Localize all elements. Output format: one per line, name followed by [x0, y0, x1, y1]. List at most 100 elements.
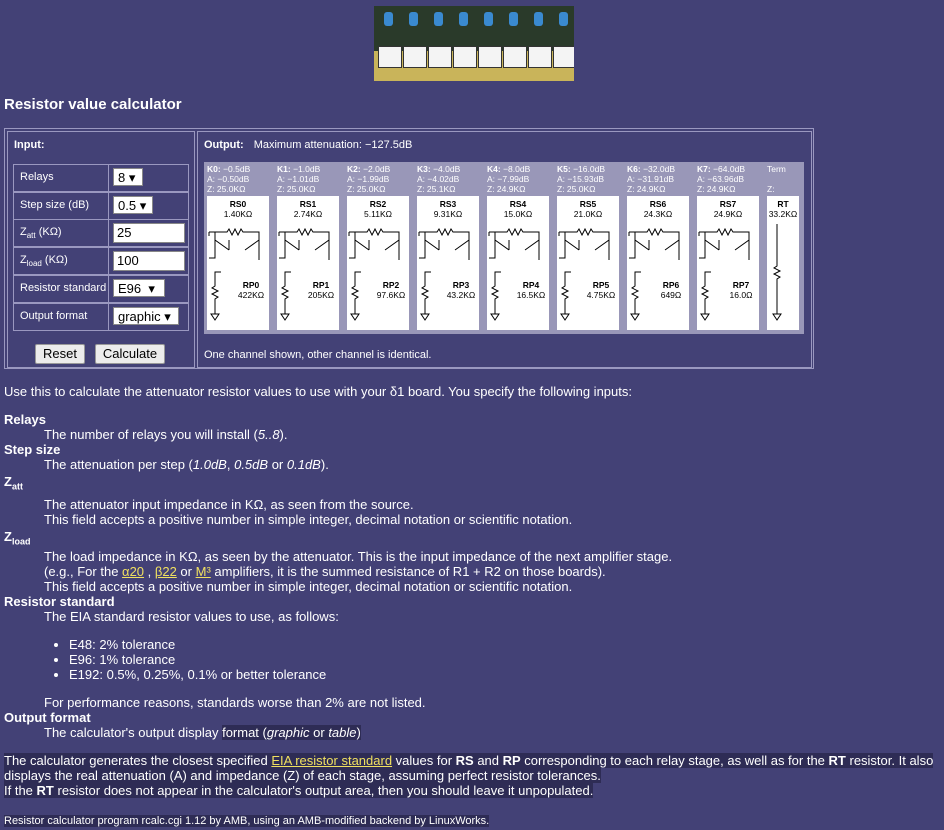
stage-impedance: Z: 24.9KΩ [487, 184, 526, 194]
relay-contact-symbol [228, 232, 260, 251]
input-header: Input: [14, 139, 45, 151]
stage-attenuation: A: −31.91dB [627, 174, 675, 184]
footer: Resistor calculator program rcalc.cgi 1.… [4, 815, 490, 827]
stage-attenuation: A: −63.96dB [697, 174, 745, 184]
capacitor-component [459, 12, 468, 26]
reset-button[interactable]: Reset [35, 344, 85, 364]
zatt-term: Zatt [4, 474, 23, 492]
relay-component [528, 46, 552, 68]
shunt-resistor-symbol [490, 271, 501, 321]
list-item: E48: 2% tolerance [69, 637, 940, 652]
terminator-spacer [767, 174, 801, 184]
relay-switch-symbol [698, 232, 720, 259]
stage-impedance: Z: 24.9KΩ [627, 184, 666, 194]
relay-board-photo [374, 6, 574, 81]
stage-impedance: Z: 25.0KΩ [277, 184, 316, 194]
zatt-desc: The attenuator input impedance in KΩ, as… [44, 496, 573, 527]
shunt-resistor-label: RP3 43.2KΩ [443, 280, 479, 300]
output-format-select[interactable]: graphic ▾ [113, 307, 179, 325]
step-size-row: Step size (dB) 0.5 ▾ [13, 192, 189, 220]
series-resistor-symbol [279, 227, 330, 260]
shunt-resistor-name: RP3 [452, 280, 470, 290]
zatt-input[interactable]: 25 [113, 223, 185, 243]
series-resistor-value: 5.11KΩ [364, 209, 392, 219]
stage-header: K3: −4.0dB A: −4.02dB Z: 25.1KΩ [414, 162, 482, 198]
shunt-resistor-label: RP4 16.5KΩ [513, 280, 549, 300]
zload-label: Zload (KΩ) [20, 254, 68, 269]
alpha20-link[interactable]: α20 [122, 564, 144, 579]
series-resistor-label: RS4 15.0KΩ [487, 199, 549, 219]
eia-standard-link[interactable]: EIA resistor standard [271, 753, 392, 768]
calculator-panel: Input: Relays 8 ▾ Step size (dB) 0.5 ▾ Z… [4, 128, 814, 369]
m3-link[interactable]: M³ [196, 564, 211, 579]
shunt-resistor-label: RP5 4.75KΩ [583, 280, 619, 300]
output-format-term: Output format [4, 710, 91, 726]
stage-relay-name: K1: [277, 164, 291, 174]
step-size-term: Step size [4, 442, 61, 457]
stage-relay-step: −32.0dB [643, 164, 675, 174]
relays-row: Relays 8 ▾ [13, 164, 189, 192]
stage-card: RS3 9.31KΩ RP3 43.2KΩ [417, 196, 479, 330]
relays-value: 8 [118, 170, 126, 185]
stage-relay-name: K5: [557, 164, 571, 174]
relay-switch-symbol [348, 232, 370, 259]
shunt-resistor-value: 649Ω [660, 290, 682, 300]
resistor-standard-select[interactable]: E96 ▾ [113, 279, 165, 297]
shunt-resistor-symbol [700, 271, 711, 321]
shunt-resistor-name: RP7 [732, 280, 750, 290]
stage-attenuation: A: −1.01dB [277, 174, 320, 184]
capacitor-component [484, 12, 493, 26]
series-resistor-value: 1.40KΩ [223, 209, 253, 219]
stage-header: K7: −64.0dB A: −63.96dB Z: 24.9KΩ [694, 162, 762, 198]
shunt-resistor-value: 97.6KΩ [376, 290, 406, 300]
list-item: E192: 0.5%, 0.25%, 0.1% or better tolera… [69, 667, 940, 682]
relay-switch-symbol [208, 232, 230, 259]
stage-relay-label: K6: −32.0dB [627, 164, 689, 174]
zatt-row: Zatt (KΩ) 25 [13, 219, 189, 247]
stage-column: K7: −64.0dB A: −63.96dB Z: 24.9KΩ RS7 24.9KΩ… [694, 162, 762, 334]
shunt-resistor-symbol [420, 271, 431, 321]
stage-header: K0: −0.5dB A: −0.50dB Z: 25.0KΩ [204, 162, 272, 198]
stage-relay-step: −0.5dB [223, 164, 251, 174]
calculate-button[interactable]: Calculate [95, 344, 165, 364]
capacitor-component [409, 12, 418, 26]
chevron-down-icon: ▾ [128, 170, 136, 185]
zload-input[interactable]: 100 [113, 251, 185, 271]
stage-card: RS5 21.0KΩ RP5 4.75KΩ [557, 196, 619, 330]
intro-text: Use this to calculate the attenuator res… [4, 384, 632, 399]
terminator-header: Term Z: 24.9KΩ [764, 162, 804, 204]
shunt-resistor-value: 4.75KΩ [586, 290, 616, 300]
step-size-label: Step size (dB) [20, 199, 90, 211]
step-size-desc: The attenuation per step (1.0dB, 0.5dB o… [44, 457, 329, 472]
relays-select[interactable]: 8 ▾ [113, 168, 143, 186]
shunt-resistor-value: 43.2KΩ [446, 290, 476, 300]
shunt-resistor-name: RP4 [522, 280, 540, 290]
shunt-resistor-label: RP6 649Ω [653, 280, 689, 300]
stage-relay-step: −64.0dB [713, 164, 745, 174]
terminator-resistor-label: RT 33.2KΩ [767, 199, 799, 219]
stage-card: RS7 24.9KΩ RP7 16.0Ω [697, 196, 759, 330]
relays-term: Relays [4, 412, 46, 427]
standards-list: E48: 2% tolerance E96: 1% tolerance E192… [44, 637, 940, 682]
series-resistor-name: RS6 [649, 199, 667, 209]
stage-column: K4: −8.0dB A: −7.99dB Z: 24.9KΩ RS4 15.0KΩ RP… [484, 162, 552, 334]
relays-desc: The number of relays you will install (5… [44, 427, 288, 442]
series-resistor-symbol [559, 227, 610, 260]
stage-card: RS1 2.74KΩ RP1 205KΩ [277, 196, 339, 330]
beta22-link[interactable]: β22 [155, 564, 177, 579]
relay-component [378, 46, 402, 68]
stage-card: RS0 1.40KΩ RP0 422KΩ [207, 196, 269, 330]
terminator-column: Term Z: 24.9KΩRT33.2KΩ [764, 162, 804, 334]
series-resistor-symbol [209, 227, 260, 260]
output-format-value: graphic [118, 309, 161, 324]
relay-switch-symbol [558, 232, 580, 259]
shunt-resistor-name: RP1 [312, 280, 330, 290]
stage-impedance: Z: 25.0KΩ [347, 184, 386, 194]
relay-component [428, 46, 452, 68]
step-size-select[interactable]: 0.5 ▾ [113, 196, 153, 214]
series-resistor-name: RS7 [719, 199, 737, 209]
stage-relay-label: K4: −8.0dB [487, 164, 549, 174]
capacitor-component [434, 12, 443, 26]
series-resistor-name: RS0 [229, 199, 247, 209]
shunt-resistor-value: 16.5KΩ [516, 290, 546, 300]
